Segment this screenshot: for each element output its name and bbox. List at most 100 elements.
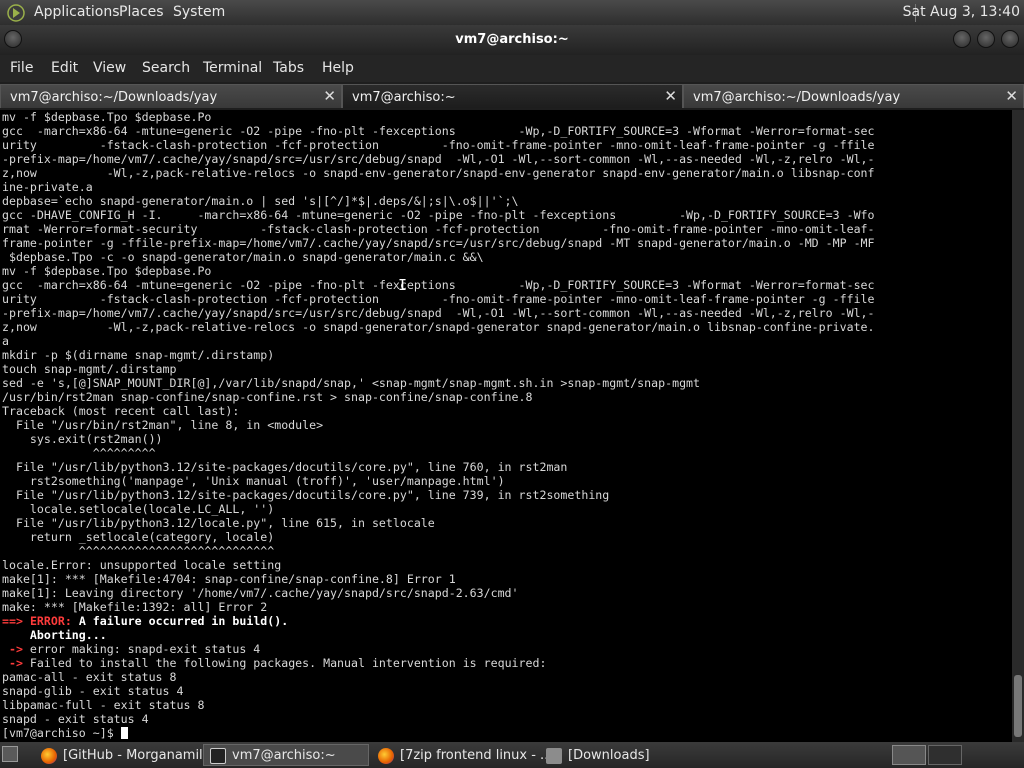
tab-close-icon[interactable]: ✕ [323, 87, 336, 105]
terminal-text: gcc -march=x86-64 -mtune=generic -O2 -pi… [2, 278, 875, 292]
clock[interactable]: Sat Aug 3, 13:40 [903, 4, 1020, 20]
tab-close-icon[interactable]: ✕ [1005, 87, 1018, 105]
menu-terminal[interactable]: Terminal [203, 60, 262, 76]
tab-downloads-yay-2[interactable]: vm7@archiso:~/Downloads/yay ✕ [683, 84, 1024, 108]
terminal-text: mv -f $depbase.Tpo $depbase.Po [2, 264, 212, 278]
terminal-text: make[1]: *** [Makefile:4704: snap-confin… [2, 572, 456, 586]
maximize-button[interactable] [977, 30, 995, 48]
terminal-text: -> [2, 642, 23, 656]
tab-home[interactable]: vm7@archiso:~ ✕ [342, 84, 683, 108]
tab-bar: vm7@archiso:~/Downloads/yay ✕ vm7@archis… [0, 82, 1024, 110]
window-title: vm7@archiso:~ [455, 32, 569, 47]
top-panel: Applications Places System Sat Aug 3, 13… [0, 0, 1024, 25]
terminal-line-status: snapd-glib - exit status 4 [2, 684, 1012, 698]
terminal-line: gcc -DHAVE_CONFIG_H -I. -march=x86-64 -m… [2, 208, 1012, 222]
terminal-line: frame-pointer -g -ffile-prefix-map=/home… [2, 236, 1012, 250]
terminal-line: a [2, 334, 1012, 348]
terminal-text: -> [2, 656, 23, 670]
terminal-text: urity -fstack-clash-protection -fcf-prot… [2, 292, 875, 306]
terminal-text: gcc -march=x86-64 -mtune=generic -O2 -pi… [2, 124, 875, 138]
menu-help[interactable]: Help [322, 60, 354, 76]
terminal-lines: mv -f $depbase.Tpo $depbase.Po gcc -march… [0, 110, 1012, 740]
terminal-line: z,now -Wl,-z,pack-relative-relocs -o sna… [2, 166, 1012, 180]
terminal-line: urity -fstack-clash-protection -fcf-prot… [2, 292, 1012, 306]
terminal-text: snapd - exit status 4 [2, 712, 149, 726]
taskbar-item-github[interactable]: [GitHub - Morganamil... [34, 744, 215, 766]
terminal-prompt-line: [vm7@archiso ~]$ [2, 726, 1012, 740]
terminal-line: make[1]: *** [Makefile:4704: snap-confin… [2, 572, 1012, 586]
menu-search[interactable]: Search [142, 60, 190, 76]
menu-edit[interactable]: Edit [51, 60, 78, 76]
terminal-line-error: ==> ERROR: A failure occurred in build()… [2, 614, 1012, 628]
terminal-line: rst2something('manpage', 'Unix manual (t… [2, 474, 1012, 488]
terminal-text: Failed to install the following packages… [22, 656, 547, 670]
terminal-text: mkdir -p $(dirname snap-mgmt/.dirstamp) [2, 348, 275, 362]
terminal-text: make: *** [Makefile:1392: all] Error 2 [2, 600, 268, 614]
terminal-line: -prefix-map=/home/vm7/.cache/yay/snapd/s… [2, 152, 1012, 166]
taskbar-item-7zip[interactable]: [7zip frontend linux - ... [371, 744, 552, 766]
terminal-line: return _setlocale(category, locale) [2, 530, 1012, 544]
taskbar-item-terminal[interactable]: vm7@archiso:~ [203, 744, 369, 766]
terminal-line-status: pamac-all - exit status 8 [2, 670, 1012, 684]
scrollbar-thumb[interactable] [1014, 675, 1022, 737]
terminal-text: [vm7@archiso ~]$ [2, 726, 121, 740]
workspace-1[interactable] [892, 745, 926, 765]
terminal-text: snapd-glib - exit status 4 [2, 684, 184, 698]
terminal-text: A failure occurred in build(). [78, 614, 289, 628]
tab-close-icon[interactable]: ✕ [664, 87, 677, 105]
taskbar-label: [7zip frontend linux - ... [400, 748, 553, 763]
terminal-line: ine-private.a [2, 180, 1012, 194]
applications-menu[interactable]: Applications [34, 4, 120, 20]
terminal-line: gcc -march=x86-64 -mtune=generic -O2 -pi… [2, 278, 1012, 292]
terminal-text: ^^^^^^^^^^^^^^^^^^^^^^^^^^^^ [2, 544, 275, 558]
taskbar-item-downloads[interactable]: [Downloads] [539, 744, 705, 766]
terminal-text: urity -fstack-clash-protection -fcf-prot… [2, 138, 875, 152]
terminal-text: File "/usr/lib/python3.12/site-packages/… [2, 460, 568, 474]
terminal-text: mv -f $depbase.Tpo $depbase.Po [2, 110, 212, 124]
terminal-line: mv -f $depbase.Tpo $depbase.Po [2, 264, 1012, 278]
terminal-line-status: snapd - exit status 4 [2, 712, 1012, 726]
menu-file[interactable]: File [10, 60, 33, 76]
places-menu[interactable]: Places [119, 4, 164, 20]
terminal-line: touch snap-mgmt/.dirstamp [2, 362, 1012, 376]
menu-tabs[interactable]: Tabs [273, 60, 304, 76]
terminal-scrollbar[interactable] [1012, 110, 1024, 742]
menubar: File Edit View Search Terminal Tabs Help [0, 55, 1024, 82]
terminal-line: z,now -Wl,-z,pack-relative-relocs -o sna… [2, 320, 1012, 334]
terminal-output[interactable]: mv -f $depbase.Tpo $depbase.Po gcc -march… [0, 110, 1012, 742]
distro-logo-icon[interactable] [7, 4, 25, 22]
terminal-text: pamac-all - exit status 8 [2, 670, 177, 684]
terminal-line: locale.setlocale(locale.LC_ALL, '') [2, 502, 1012, 516]
terminal-text: -prefix-map=/home/vm7/.cache/yay/snapd/s… [2, 306, 875, 320]
menu-view[interactable]: View [93, 60, 126, 76]
tab-label: vm7@archiso:~/Downloads/yay [10, 90, 218, 105]
terminal-text: /usr/bin/rst2man snap-confine/snap-confi… [2, 390, 533, 404]
terminal-text: Aborting... [2, 628, 107, 642]
terminal-line: sys.exit(rst2man()) [2, 432, 1012, 446]
terminal-text: sys.exit(rst2man()) [2, 432, 163, 446]
terminal-text: z,now -Wl,-z,pack-relative-relocs -o sna… [2, 166, 875, 180]
close-button[interactable] [1001, 30, 1019, 48]
bottom-panel: [GitHub - Morganamil... vm7@archiso:~ [7… [0, 742, 1024, 768]
terminal-text: File "/usr/lib/python3.12/site-packages/… [2, 488, 610, 502]
terminal-text: File "/usr/lib/python3.12/locale.py", li… [2, 516, 435, 530]
workspace-2[interactable] [928, 745, 962, 765]
terminal-line: Traceback (most recent call last): [2, 404, 1012, 418]
terminal-text: -prefix-map=/home/vm7/.cache/yay/snapd/s… [2, 152, 875, 166]
system-menu[interactable]: System [173, 4, 225, 20]
terminal-text: libpamac-full - exit status 8 [2, 698, 205, 712]
window-titlebar[interactable]: vm7@archiso:~ [0, 25, 1024, 55]
terminal-line-status: libpamac-full - exit status 8 [2, 698, 1012, 712]
terminal-line-aborting: Aborting... [2, 628, 1012, 642]
tab-downloads-yay-1[interactable]: vm7@archiso:~/Downloads/yay ✕ [0, 84, 342, 108]
show-desktop-icon[interactable] [2, 746, 18, 762]
firefox-icon [378, 748, 394, 764]
terminal-text: $depbase.Tpo -c -o snapd-generator/main.… [2, 250, 484, 264]
minimize-button[interactable] [953, 30, 971, 48]
terminal-line: mv -f $depbase.Tpo $depbase.Po [2, 110, 1012, 124]
terminal-text: rmat -Werror=format-security -fstack-cla… [2, 222, 875, 236]
terminal-text: Traceback (most recent call last): [2, 404, 240, 418]
terminal-text: frame-pointer -g -ffile-prefix-map=/home… [2, 236, 875, 250]
terminal-line: File "/usr/bin/rst2man", line 8, in <mod… [2, 418, 1012, 432]
terminal-text: depbase=`echo snapd-generator/main.o | s… [2, 194, 519, 208]
